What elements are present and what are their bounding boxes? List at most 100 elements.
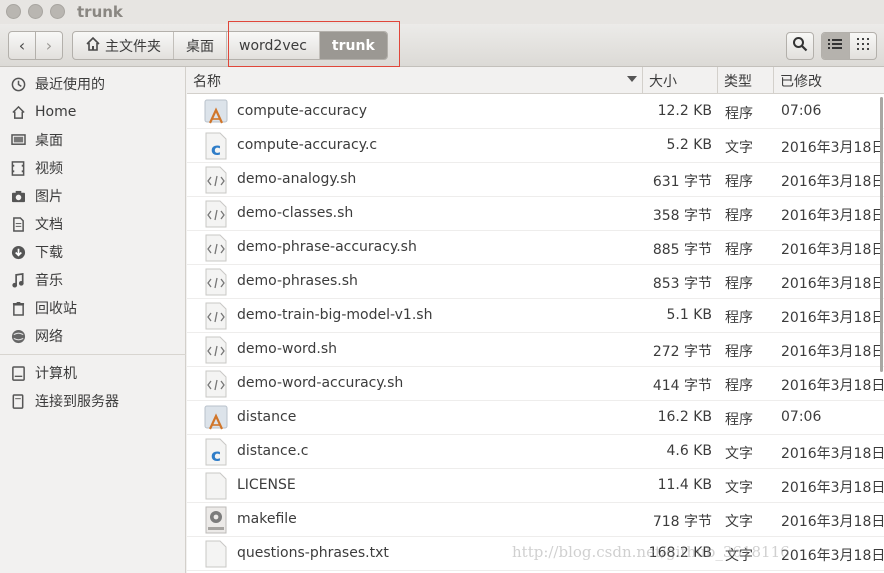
file-type: 程序 [725, 174, 753, 190]
toolbar: ‹ › 主文件夹 桌面 word2vec trunk [0, 24, 884, 67]
sidebar-item-computer[interactable]: 计算机 [0, 359, 186, 387]
sidebar-item-trash[interactable]: 回收站 [0, 294, 186, 322]
vertical-scrollbar[interactable] [880, 97, 883, 372]
column-label: 名称 [193, 73, 221, 90]
script-icon [203, 370, 229, 398]
sidebar-item-documents[interactable]: 文档 [0, 210, 186, 238]
file-modified: 2016年3月18日 [781, 242, 884, 258]
file-list: 名称 大小 类型 已修改 compute-accuracy 12.2 KB 程序 07… [187, 67, 884, 573]
sidebar-item-label: Home [35, 104, 77, 120]
column-label: 已修改 [780, 73, 822, 90]
file-modified: 2016年3月18日 [781, 174, 884, 190]
file-row[interactable]: c compute-accuracy.c 5.2 KB 文字 2016年3月18日 [187, 129, 884, 163]
file-type: 程序 [725, 276, 753, 292]
close-window-button[interactable] [6, 4, 21, 19]
svg-text:c: c [211, 446, 221, 466]
file-row[interactable]: demo-word.sh 272 字节 程序 2016年3月18日 [187, 333, 884, 367]
file-type: 程序 [725, 208, 753, 224]
file-row[interactable]: questions-phrases.txt 168.2 KB 文字 2016年3月18… [187, 537, 884, 571]
sidebar-item-music[interactable]: 音乐 [0, 266, 186, 294]
sidebar-item-desktop[interactable]: 桌面 [0, 126, 186, 154]
file-row[interactable]: distance 16.2 KB 程序 07:06 [187, 401, 884, 435]
file-modified: 2016年3月18日 [781, 378, 884, 394]
document-icon [9, 216, 27, 232]
chevron-right-icon: › [45, 36, 53, 55]
home-icon [85, 36, 101, 56]
column-header-modified[interactable]: 已修改 [774, 67, 884, 94]
breadcrumb-home[interactable]: 主文件夹 [73, 32, 174, 59]
sidebar-item-label: 音乐 [35, 273, 63, 289]
file-name: demo-phrase-accuracy.sh [237, 239, 417, 255]
breadcrumb-label: 主文件夹 [105, 38, 161, 55]
file-modified: 2016年3月18日 [781, 480, 884, 496]
file-row[interactable]: makefile 718 字节 文字 2016年3月18日 [187, 503, 884, 537]
breadcrumb-word2vec[interactable]: word2vec [227, 32, 320, 59]
file-row[interactable]: demo-word-accuracy.sh 414 字节 程序 2016年3月18日 [187, 367, 884, 401]
trash-icon [9, 300, 27, 316]
file-modified: 2016年3月18日 [781, 140, 884, 156]
file-name: distance [237, 409, 297, 425]
back-button[interactable]: ‹ [9, 32, 35, 59]
music-icon [9, 272, 27, 288]
file-name: distance.c [237, 443, 309, 459]
column-header-name[interactable]: 名称 [187, 67, 643, 94]
file-row[interactable]: demo-phrases.sh 853 字节 程序 2016年3月18日 [187, 265, 884, 299]
column-header-size[interactable]: 大小 [643, 67, 718, 94]
list-view-icon [828, 38, 843, 54]
maximize-window-button[interactable] [50, 4, 65, 19]
text-file-icon [203, 472, 229, 500]
sidebar-item-videos[interactable]: 视频 [0, 154, 186, 182]
svg-text:c: c [211, 140, 221, 160]
sidebar-item-connect-server[interactable]: 连接到服务器 [0, 387, 186, 415]
camera-icon [9, 188, 27, 204]
sidebar-divider [0, 354, 186, 355]
column-header-type[interactable]: 类型 [718, 67, 774, 94]
sidebar-item-pictures[interactable]: 图片 [0, 182, 186, 210]
text-file-icon [203, 540, 229, 568]
sidebar-item-network[interactable]: 网络 [0, 322, 186, 350]
file-size: 5.1 KB [666, 307, 713, 323]
column-label: 类型 [724, 73, 752, 90]
file-size: 414 字节 [652, 378, 712, 394]
file-size: 718 字节 [652, 514, 712, 530]
file-name: compute-accuracy [237, 103, 367, 119]
file-row[interactable]: demo-classes.sh 358 字节 程序 2016年3月18日 [187, 197, 884, 231]
file-name: demo-analogy.sh [237, 171, 357, 187]
file-row[interactable]: c distance.c 4.6 KB 文字 2016年3月18日 [187, 435, 884, 469]
sidebar-item-recent[interactable]: 最近使用的 [0, 70, 186, 98]
file-row[interactable]: compute-accuracy 12.2 KB 程序 07:06 [187, 95, 884, 129]
file-type: 程序 [725, 310, 753, 326]
sidebar-item-label: 文档 [35, 217, 63, 233]
file-type: 文字 [725, 446, 753, 462]
file-type: 程序 [725, 106, 753, 122]
breadcrumb-trunk[interactable]: trunk [319, 32, 387, 59]
file-row[interactable]: LICENSE 11.4 KB 文字 2016年3月18日 [187, 469, 884, 503]
grid-view-button[interactable] [848, 33, 877, 59]
minimize-window-button[interactable] [28, 4, 43, 19]
file-modified: 2016年3月18日 [781, 446, 884, 462]
sidebar-item-label: 桌面 [35, 133, 63, 149]
forward-button[interactable]: › [35, 32, 62, 59]
file-row[interactable]: demo-train-big-model-v1.sh 5.1 KB 程序 2016年3… [187, 299, 884, 333]
file-size: 885 字节 [652, 242, 712, 258]
breadcrumb-desktop[interactable]: 桌面 [174, 32, 227, 59]
search-button[interactable] [786, 32, 814, 60]
file-size: 631 字节 [652, 174, 712, 190]
sidebar-item-label: 图片 [35, 189, 63, 205]
video-icon [9, 160, 27, 176]
desktop-icon [9, 132, 27, 148]
file-name: demo-word.sh [237, 341, 338, 357]
chevron-left-icon: ‹ [18, 36, 26, 55]
window-title: trunk [77, 3, 123, 21]
list-view-button[interactable] [822, 33, 849, 59]
file-size: 272 字节 [652, 344, 712, 360]
title-bar: trunk [0, 0, 884, 24]
c-source-icon: c [203, 438, 229, 466]
sidebar-item-home[interactable]: Home [0, 98, 186, 126]
sidebar-item-downloads[interactable]: 下载 [0, 238, 186, 266]
executable-icon [203, 98, 229, 126]
file-row[interactable]: demo-phrase-accuracy.sh 885 字节 程序 2016年3月18… [187, 231, 884, 265]
file-size: 16.2 KB [657, 409, 712, 425]
script-icon [203, 234, 229, 262]
file-row[interactable]: demo-analogy.sh 631 字节 程序 2016年3月18日 [187, 163, 884, 197]
